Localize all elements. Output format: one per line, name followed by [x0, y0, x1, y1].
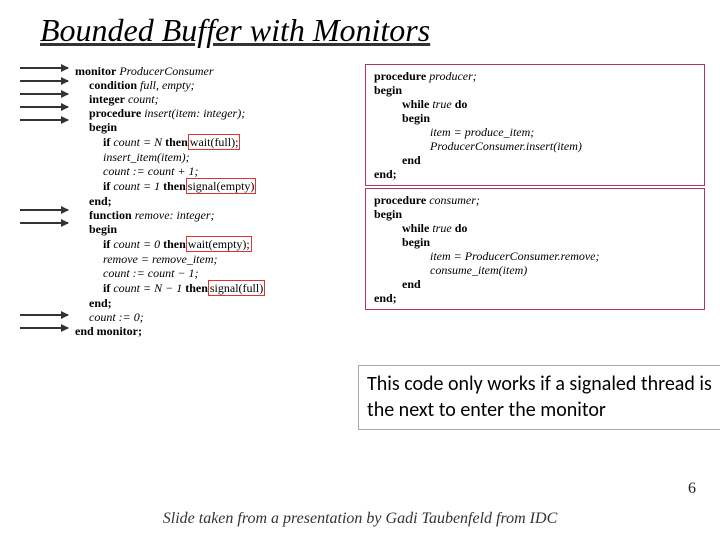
slide-title: Bounded Buffer with Monitors: [0, 0, 720, 49]
arrow-annotations: [20, 67, 68, 340]
content-area: monitor ProducerConsumer condition full,…: [20, 67, 700, 467]
arrow-icon: [20, 67, 68, 69]
note-text: This code only works if a signaled threa…: [358, 365, 720, 430]
right-column: procedure producer; begin while true do …: [365, 64, 705, 312]
signal-full-highlight: signal(full): [208, 280, 265, 296]
arrow-icon: [20, 314, 68, 316]
monitor-code: monitor ProducerConsumer condition full,…: [75, 64, 265, 338]
arrow-icon: [20, 327, 68, 329]
arrow-icon: [20, 106, 68, 108]
consumer-code-box: procedure consumer; begin while true do …: [365, 188, 705, 310]
signal-empty-highlight: signal(empty): [186, 178, 257, 194]
arrow-icon: [20, 209, 68, 211]
arrow-icon: [20, 119, 68, 121]
wait-full-highlight: wait(full);: [188, 134, 241, 150]
footer-attribution: Slide taken from a presentation by Gadi …: [0, 510, 720, 528]
page-number: 6: [688, 480, 696, 498]
wait-empty-highlight: wait(empty);: [186, 236, 252, 252]
arrow-icon: [20, 222, 68, 224]
arrow-icon: [20, 93, 68, 95]
arrow-icon: [20, 80, 68, 82]
producer-code-box: procedure producer; begin while true do …: [365, 64, 705, 186]
